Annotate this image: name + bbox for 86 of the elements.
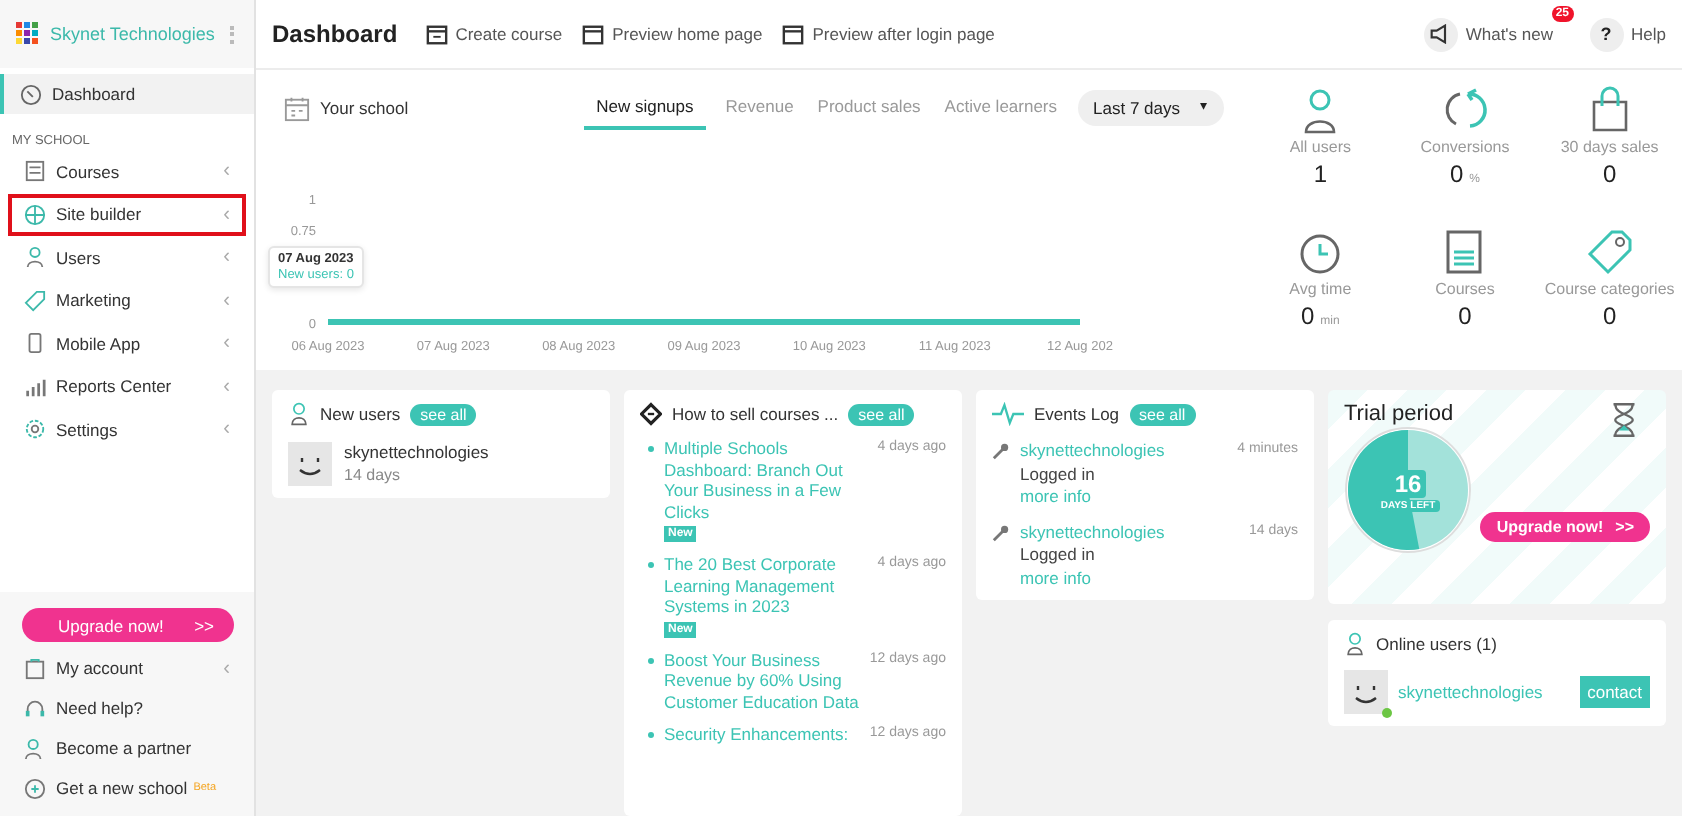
- chevron-icon: ‹: [223, 246, 230, 269]
- stat-label: Courses: [1435, 280, 1495, 298]
- bullet-icon: [648, 446, 654, 452]
- chevron-icon: ‹: [223, 203, 230, 226]
- stat-label: Avg time: [1289, 280, 1352, 298]
- event-action: Logged in: [1020, 544, 1097, 565]
- chevron-icon: ‹: [223, 160, 230, 183]
- headset-icon: [24, 697, 46, 719]
- bullet-icon: [648, 657, 654, 663]
- stat-label: 30 days sales: [1560, 138, 1659, 156]
- toolbar-link[interactable]: Preview home page: [582, 23, 763, 45]
- chevron-icon: ‹: [223, 657, 230, 679]
- chevron-icon: ‹: [223, 289, 230, 312]
- logo-icon: [16, 22, 40, 46]
- plus-circle-icon: [24, 777, 46, 799]
- clipboard-icon: [24, 657, 46, 679]
- document-plus-icon: [425, 23, 448, 45]
- stat-value: 1: [1313, 160, 1327, 188]
- days-left-pie: [1344, 426, 1472, 554]
- upgrade-button[interactable]: Upgrade now! >>: [1480, 512, 1650, 542]
- browser-window-icon: [582, 23, 605, 45]
- nav-item[interactable]: Settings ‹: [8, 408, 246, 451]
- stat-value: 0: [1458, 302, 1472, 330]
- user-icon: [24, 737, 46, 759]
- stat-value: 0: [1300, 302, 1315, 330]
- event-action: Logged in: [1020, 463, 1097, 484]
- stat-label: Course categories: [1544, 280, 1675, 298]
- more-icon[interactable]: [226, 21, 238, 47]
- nav-item[interactable]: Need help?: [8, 688, 246, 728]
- panel-title: Your school: [320, 98, 409, 118]
- browser-window-icon: [782, 23, 805, 45]
- page-title: Dashboard: [272, 20, 398, 48]
- user-icon: [24, 246, 46, 269]
- card-title: How to sell courses ...: [672, 404, 839, 424]
- days-count: 16: [1390, 469, 1426, 497]
- tag-icon: [24, 289, 46, 312]
- card-title: Events Log: [1034, 404, 1120, 424]
- nav-item[interactable]: Dashboard: [0, 74, 254, 114]
- card-title: Trial period: [1344, 402, 1454, 426]
- avatar-icon: [288, 442, 332, 486]
- nav-item[interactable]: Site builder ‹: [8, 193, 246, 236]
- megaphone-icon: [1423, 17, 1458, 51]
- book-icon: [24, 160, 46, 183]
- card-title: New users: [320, 404, 401, 424]
- nav-item[interactable]: Users ‹: [8, 236, 246, 279]
- user-age: 14 days: [344, 466, 403, 484]
- stat-label: Conversions: [1420, 138, 1510, 156]
- user-icon: [1344, 632, 1366, 656]
- upgrade-button[interactable]: Upgrade now! >>: [22, 608, 234, 642]
- wrench-icon: [992, 523, 1010, 541]
- chevron-icon: ‹: [223, 375, 230, 398]
- avatar-icon: [1344, 670, 1388, 714]
- stat-value: 0: [1449, 160, 1464, 188]
- nav-item[interactable]: Become a partner: [8, 728, 246, 768]
- whats-new-button[interactable]: What's new: [1423, 17, 1554, 51]
- user-name[interactable]: skynettechnologies: [344, 442, 489, 462]
- dashboard-icon: [20, 83, 42, 105]
- chevron-icon: ‹: [223, 332, 230, 355]
- user-icon: [288, 402, 310, 426]
- refresh-icon: [1440, 86, 1489, 134]
- nav-item[interactable]: Marketing ‹: [8, 279, 246, 322]
- pulse-icon: [992, 402, 1024, 426]
- wrench-icon: [992, 442, 1010, 460]
- nav-item[interactable]: Mobile App ‹: [8, 322, 246, 365]
- stat-value: 0: [1602, 302, 1617, 330]
- diamond-logo-icon: [640, 402, 662, 426]
- bullet-icon: [648, 732, 654, 738]
- phone-icon: [24, 332, 46, 355]
- stat-label: All users: [1289, 138, 1351, 156]
- chart-icon: [24, 375, 46, 398]
- nav-item[interactable]: Courses ‹: [8, 150, 246, 193]
- stat-value: 0: [1602, 160, 1617, 188]
- chevron-icon: ‹: [223, 418, 230, 441]
- bullet-icon: [648, 562, 654, 568]
- gear-icon: [24, 418, 46, 441]
- nav-item[interactable]: My account ‹: [8, 648, 246, 688]
- nav-item[interactable]: Reports Center ‹: [8, 365, 246, 408]
- toolbar-link[interactable]: Create course: [425, 23, 563, 45]
- globe-icon: [24, 203, 46, 226]
- tab[interactable]: New signups: [584, 86, 706, 130]
- calendar-icon: [284, 95, 310, 121]
- toolbar-link[interactable]: Preview after login page: [782, 23, 995, 45]
- tag-icon: [1585, 228, 1634, 276]
- hourglass-icon: [1610, 402, 1638, 438]
- help-button[interactable]: ? Help: [1589, 17, 1666, 51]
- card-title: Online users (1): [1376, 634, 1497, 654]
